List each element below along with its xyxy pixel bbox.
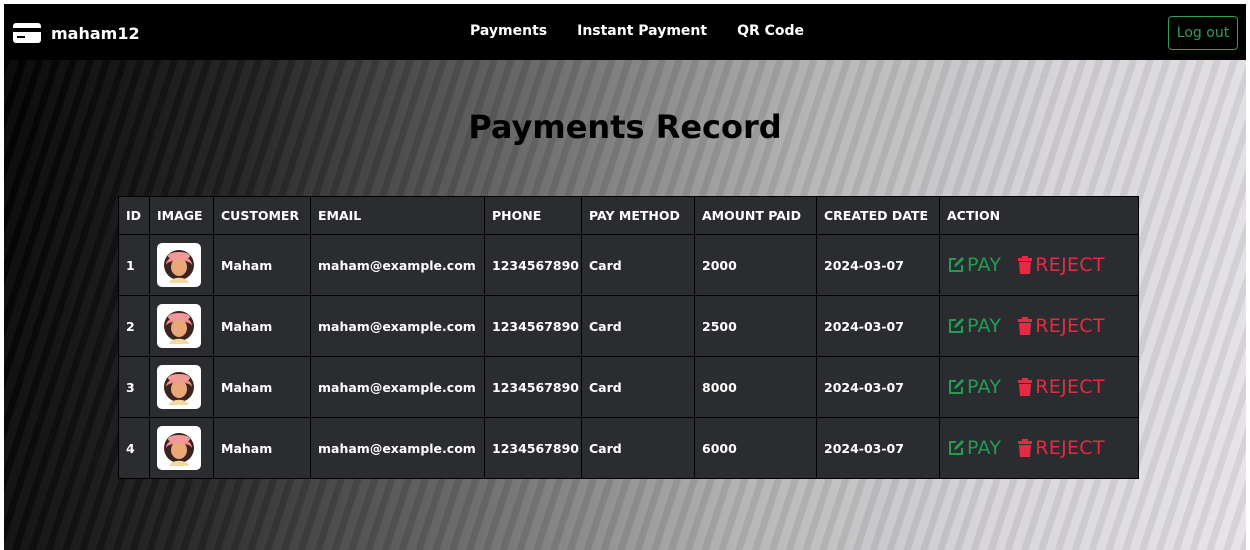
nav-link-payments[interactable]: Payments xyxy=(470,23,547,39)
nav-links: Payments Instant Payment QR Code xyxy=(470,23,804,39)
cell-phone: 1234567890 xyxy=(484,234,582,296)
column-header-customer: CUSTOMER xyxy=(213,196,311,235)
cell-amount-paid: 2500 xyxy=(694,295,817,357)
nav-link-qr-code[interactable]: QR Code xyxy=(737,23,804,39)
column-header-email: EMAIL xyxy=(310,196,485,235)
edit-icon xyxy=(949,439,964,455)
cell-customer: Maham xyxy=(213,356,311,418)
brand-name: maham12 xyxy=(51,23,140,43)
cell-pay-method: Card xyxy=(581,295,695,357)
pay-button[interactable]: PAY xyxy=(947,315,1001,337)
cell-id: 1 xyxy=(118,234,150,296)
trash-icon xyxy=(1018,438,1033,457)
customer-avatar xyxy=(157,304,201,348)
pay-button[interactable]: PAY xyxy=(947,254,1001,276)
pay-button-label: PAY xyxy=(967,375,1002,398)
cell-amount-paid: 8000 xyxy=(694,356,817,418)
customer-avatar xyxy=(157,365,201,409)
cell-id: 3 xyxy=(118,356,150,418)
column-header-action: ACTION xyxy=(939,196,1139,235)
column-header-image: IMAGE xyxy=(149,196,214,235)
credit-card-icon xyxy=(13,23,41,43)
cell-pay-method: Card xyxy=(581,417,695,479)
cell-email: maham@example.com xyxy=(310,356,485,418)
app-root: maham12 Payments Instant Payment QR Code… xyxy=(4,4,1246,550)
table-header-row: ID IMAGE CUSTOMER EMAIL PHONE PAY METHOD… xyxy=(118,196,1139,235)
cell-image xyxy=(149,417,214,479)
cell-pay-method: Card xyxy=(581,356,695,418)
pay-button-label: PAY xyxy=(967,314,1002,337)
cell-email: maham@example.com xyxy=(310,234,485,296)
cell-pay-method: Card xyxy=(581,234,695,296)
cell-id: 4 xyxy=(118,417,150,479)
cell-created-date: 2024-03-07 xyxy=(816,417,940,479)
cell-amount-paid: 2000 xyxy=(694,234,817,296)
table-row: 3 Maham maham@example.com 1234567890 Car… xyxy=(118,356,1139,418)
navbar: maham12 Payments Instant Payment QR Code… xyxy=(4,4,1246,60)
reject-button[interactable]: REJECT xyxy=(1017,315,1105,337)
cell-created-date: 2024-03-07 xyxy=(816,234,940,296)
reject-button-label: REJECT xyxy=(1035,375,1105,398)
column-header-id: ID xyxy=(118,196,150,235)
pay-button[interactable]: PAY xyxy=(947,376,1001,398)
pay-button[interactable]: PAY xyxy=(947,437,1001,459)
column-header-phone: PHONE xyxy=(484,196,582,235)
cell-customer: Maham xyxy=(213,234,311,296)
trash-icon xyxy=(1018,255,1033,274)
customer-avatar xyxy=(157,426,201,470)
cell-action: PAY REJECT xyxy=(939,417,1139,479)
edit-icon xyxy=(949,256,964,272)
cell-phone: 1234567890 xyxy=(484,356,582,418)
reject-button[interactable]: REJECT xyxy=(1017,254,1105,276)
cell-image xyxy=(149,234,214,296)
reject-button[interactable]: REJECT xyxy=(1017,437,1105,459)
nav-link-instant-payment[interactable]: Instant Payment xyxy=(577,23,707,39)
column-header-created-date: CREATED DATE xyxy=(816,196,940,235)
logout-button[interactable]: Log out xyxy=(1168,16,1238,50)
table-row: 1 Maham maham@example.com 1234567890 Car… xyxy=(118,234,1139,296)
cell-email: maham@example.com xyxy=(310,417,485,479)
reject-button-label: REJECT xyxy=(1035,314,1105,337)
table-row: 4 Maham maham@example.com 1234567890 Car… xyxy=(118,417,1139,479)
cell-customer: Maham xyxy=(213,295,311,357)
edit-icon xyxy=(949,378,964,394)
pay-button-label: PAY xyxy=(967,253,1002,276)
cell-id: 2 xyxy=(118,295,150,357)
edit-icon xyxy=(949,317,964,333)
cell-image xyxy=(149,295,214,357)
reject-button[interactable]: REJECT xyxy=(1017,376,1105,398)
cell-image xyxy=(149,356,214,418)
cell-action: PAY REJECT xyxy=(939,234,1139,296)
payments-table: ID IMAGE CUSTOMER EMAIL PHONE PAY METHOD… xyxy=(118,196,1139,479)
reject-button-label: REJECT xyxy=(1035,436,1105,459)
cell-email: maham@example.com xyxy=(310,295,485,357)
page-title: Payments Record xyxy=(468,108,782,146)
column-header-amount-paid: AMOUNT PAID xyxy=(694,196,817,235)
table-row: 2 Maham maham@example.com 1234567890 Car… xyxy=(118,295,1139,357)
cell-created-date: 2024-03-07 xyxy=(816,356,940,418)
cell-phone: 1234567890 xyxy=(484,295,582,357)
cell-phone: 1234567890 xyxy=(484,417,582,479)
trash-icon xyxy=(1018,377,1033,396)
reject-button-label: REJECT xyxy=(1035,253,1105,276)
customer-avatar xyxy=(157,243,201,287)
column-header-pay-method: PAY METHOD xyxy=(581,196,695,235)
cell-customer: Maham xyxy=(213,417,311,479)
table-body: 1 Maham maham@example.com 1234567890 Car… xyxy=(118,234,1139,479)
cell-amount-paid: 6000 xyxy=(694,417,817,479)
cell-action: PAY REJECT xyxy=(939,295,1139,357)
pay-button-label: PAY xyxy=(967,436,1002,459)
brand[interactable]: maham12 xyxy=(13,21,140,45)
trash-icon xyxy=(1018,316,1033,335)
cell-action: PAY REJECT xyxy=(939,356,1139,418)
cell-created-date: 2024-03-07 xyxy=(816,295,940,357)
